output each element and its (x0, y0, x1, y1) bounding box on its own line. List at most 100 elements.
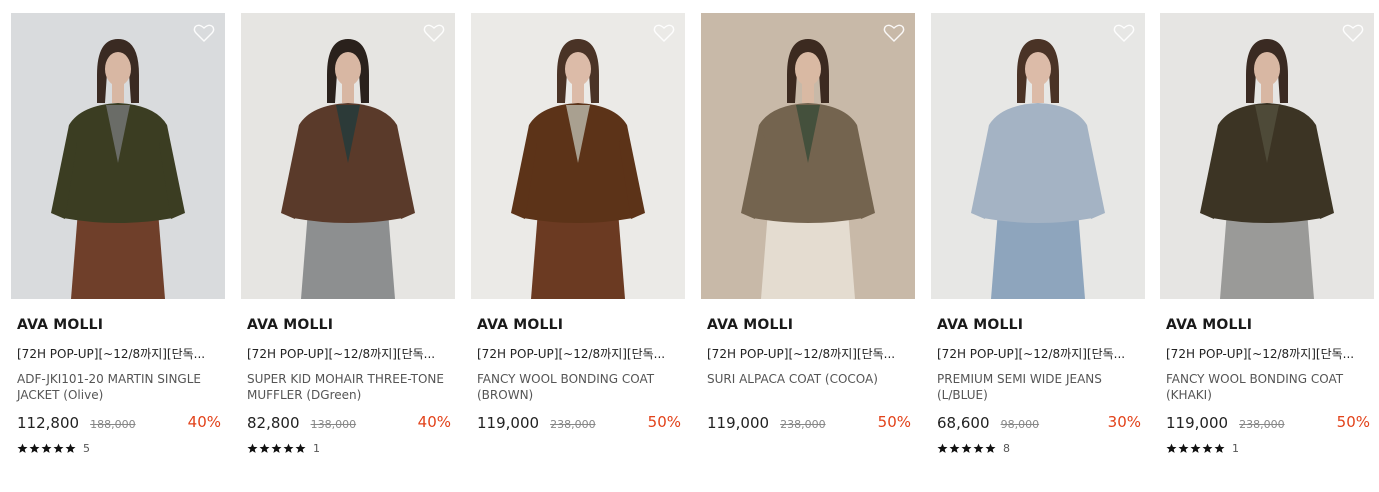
brand-name[interactable]: AVA MOLLI (931, 317, 1145, 333)
promo-text[interactable]: [72H POP-UP][~12/8까지][단독... (11, 345, 217, 362)
brand-name[interactable]: AVA MOLLI (11, 317, 225, 333)
price-row: 82,800 138,000 40% (241, 413, 455, 433)
product-name[interactable]: SURI ALPACA COAT (COCOA) (701, 371, 912, 405)
star-icon (283, 443, 294, 453)
product-image[interactable] (931, 13, 1145, 299)
star-icon (17, 443, 28, 453)
wishlist-heart-icon[interactable] (653, 23, 675, 43)
brand-name[interactable]: AVA MOLLI (241, 317, 455, 333)
original-price: 188,000 (90, 418, 136, 431)
promo-text[interactable]: [72H POP-UP][~12/8까지][단독... (471, 345, 677, 362)
discount-rate: 50% (1336, 413, 1370, 431)
product-photo (471, 13, 685, 299)
star-icon (29, 443, 40, 453)
original-price: 138,000 (310, 418, 357, 431)
rating (701, 441, 915, 455)
promo-text[interactable]: [72H POP-UP][~12/8까지][단독... (1160, 345, 1366, 362)
rating-stars (17, 443, 76, 454)
product-photo (1160, 13, 1374, 299)
discount-rate: 30% (1107, 413, 1141, 431)
price-row: 119,000 238,000 50% (471, 413, 685, 433)
star-icon (259, 443, 270, 453)
star-icon (65, 443, 76, 453)
product-card[interactable]: AVA MOLLI [72H POP-UP][~12/8까지][단독... AD… (11, 13, 225, 455)
star-icon (961, 443, 972, 453)
wishlist-heart-icon[interactable] (193, 23, 215, 43)
rating: 1 (1160, 441, 1374, 455)
star-icon (1190, 443, 1201, 453)
product-photo (11, 13, 225, 299)
star-icon (41, 443, 52, 453)
sale-price: 68,600 (937, 414, 990, 432)
promo-text[interactable]: [72H POP-UP][~12/8까지][단독... (241, 345, 447, 362)
product-card[interactable]: AVA MOLLI [72H POP-UP][~12/8까지][단독... SU… (241, 13, 455, 455)
star-icon (949, 443, 960, 453)
brand-name[interactable]: AVA MOLLI (1160, 317, 1374, 333)
product-name[interactable]: PREMIUM SEMI WIDE JEANS (L/BLUE) (931, 371, 1142, 405)
review-count: 8 (1003, 441, 1010, 455)
star-icon (1202, 443, 1213, 453)
wishlist-heart-icon[interactable] (883, 23, 905, 43)
product-card[interactable]: AVA MOLLI [72H POP-UP][~12/8까지][단독... FA… (1160, 13, 1374, 455)
review-count: 1 (313, 441, 320, 455)
wishlist-heart-icon[interactable] (1342, 23, 1364, 43)
discount-rate: 50% (877, 413, 911, 431)
product-image[interactable] (701, 13, 915, 299)
product-image[interactable] (241, 13, 455, 299)
brand-name[interactable]: AVA MOLLI (701, 317, 915, 333)
discount-rate: 50% (647, 413, 681, 431)
review-count: 1 (1232, 441, 1239, 455)
product-grid: AVA MOLLI [72H POP-UP][~12/8까지][단독... AD… (0, 0, 1379, 492)
original-price: 238,000 (1239, 418, 1285, 431)
star-icon (295, 443, 306, 453)
rating: 1 (241, 441, 455, 455)
price-row: 119,000 238,000 50% (1160, 413, 1374, 433)
rating: 5 (11, 441, 225, 455)
sale-price: 82,800 (247, 414, 300, 432)
star-icon (937, 443, 948, 453)
star-icon (973, 443, 984, 453)
wishlist-heart-icon[interactable] (423, 23, 445, 43)
sale-price: 119,000 (1166, 414, 1229, 432)
star-icon (271, 443, 282, 453)
product-card[interactable]: AVA MOLLI [72H POP-UP][~12/8까지][단독... FA… (471, 13, 685, 455)
star-icon (247, 443, 258, 453)
review-count: 5 (83, 441, 90, 455)
star-icon (985, 443, 996, 453)
rating: 8 (931, 441, 1145, 455)
rating-stars (937, 443, 996, 454)
rating-stars (247, 443, 306, 454)
price-row: 68,600 98,000 30% (931, 413, 1145, 433)
brand-name[interactable]: AVA MOLLI (471, 317, 685, 333)
star-icon (1166, 443, 1177, 453)
rating (471, 441, 685, 455)
product-card[interactable]: AVA MOLLI [72H POP-UP][~12/8까지][단독... PR… (931, 13, 1145, 455)
product-image[interactable] (11, 13, 225, 299)
product-name[interactable]: SUPER KID MOHAIR THREE-TONE MUFFLER (DGr… (241, 371, 452, 405)
sale-price: 112,800 (17, 414, 80, 432)
price-row: 112,800 188,000 40% (11, 413, 225, 433)
product-photo (701, 13, 915, 299)
original-price: 238,000 (780, 418, 826, 431)
product-image[interactable] (1160, 13, 1374, 299)
star-icon (1178, 443, 1189, 453)
sale-price: 119,000 (707, 414, 770, 432)
product-photo (931, 13, 1145, 299)
wishlist-heart-icon[interactable] (1113, 23, 1135, 43)
star-icon (1214, 443, 1225, 453)
original-price: 238,000 (550, 418, 596, 431)
promo-text[interactable]: [72H POP-UP][~12/8까지][단독... (701, 345, 907, 362)
product-card[interactable]: AVA MOLLI [72H POP-UP][~12/8까지][단독... SU… (701, 13, 915, 455)
promo-text[interactable]: [72H POP-UP][~12/8까지][단독... (931, 345, 1137, 362)
product-name[interactable]: ADF-JKI101-20 MARTIN SINGLE JACKET (Oliv… (11, 371, 222, 405)
product-name[interactable]: FANCY WOOL BONDING COAT (BROWN) (471, 371, 682, 405)
original-price: 98,000 (1000, 418, 1040, 431)
star-icon (53, 443, 64, 453)
price-row: 119,000 238,000 50% (701, 413, 915, 433)
rating-stars (1166, 443, 1225, 454)
product-image[interactable] (471, 13, 685, 299)
sale-price: 119,000 (477, 414, 540, 432)
product-name[interactable]: FANCY WOOL BONDING COAT (KHAKI) (1160, 371, 1371, 405)
product-photo (241, 13, 455, 299)
discount-rate: 40% (417, 413, 451, 431)
